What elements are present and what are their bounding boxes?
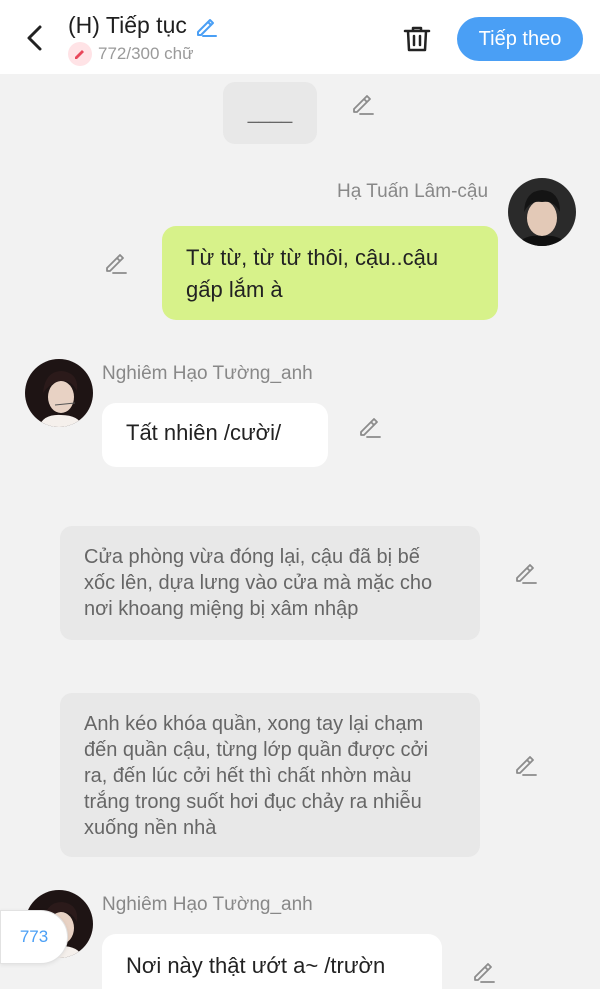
narration-bubble[interactable]: ____ xyxy=(223,82,317,144)
pencil-icon xyxy=(196,18,217,37)
message-text: Nơi này thật ướt a~ /trườn xyxy=(126,953,386,978)
edit-message-button[interactable] xyxy=(470,957,498,985)
speaker-name: Hạ Tuấn Lâm-cậu xyxy=(337,181,489,202)
pencil-icon xyxy=(516,756,537,776)
pencil-icon xyxy=(516,564,537,584)
word-count: 772/300 chữ xyxy=(98,44,194,63)
title-block: (H) Tiếp tục 772/300 chữ xyxy=(68,12,219,66)
edit-message-button[interactable] xyxy=(512,750,540,778)
narration-text: Cửa phòng vừa đóng lại, cậu đã bị bế xốc… xyxy=(84,546,433,620)
top-bar: (H) Tiếp tục 772/300 chữ Tiếp theo xyxy=(0,0,600,74)
pencil-icon xyxy=(75,50,84,59)
pencil-icon xyxy=(353,95,374,115)
message-text: Tất nhiên /cười/ xyxy=(126,420,282,445)
narration-bubble[interactable]: Cửa phòng vừa đóng lại, cậu đã bị bế xốc… xyxy=(60,526,480,640)
chevron-left-icon xyxy=(27,25,42,51)
pencil-icon xyxy=(106,254,127,274)
avatar[interactable] xyxy=(25,359,93,427)
chat-bubble-left[interactable]: Nơi này thật ướt a~ /trườn xyxy=(102,934,442,989)
delete-button[interactable] xyxy=(398,20,436,58)
avatar-image xyxy=(25,359,93,427)
title-edit-button[interactable] xyxy=(193,13,219,39)
narration-text: ____ xyxy=(247,102,293,124)
page-title: (H) Tiếp tục xyxy=(68,12,187,38)
edit-message-button[interactable] xyxy=(349,89,377,117)
speaker-name: Nghiêm Hạo Tường_anh xyxy=(102,894,313,915)
next-button[interactable]: Tiếp theo xyxy=(457,17,583,61)
narration-bubble[interactable]: Anh kéo khóa quần, xong tay lại chạm đến… xyxy=(60,693,480,857)
avatar[interactable] xyxy=(508,178,576,246)
speaker-name: Nghiêm Hạo Tường_anh xyxy=(102,363,313,384)
pencil-icon xyxy=(360,418,381,438)
narration-text: Anh kéo khóa quần, xong tay lại chạm đến… xyxy=(84,713,429,839)
chat-bubble-right[interactable]: Từ từ, từ từ thôi, cậu..cậu gấp lắm à xyxy=(162,226,498,320)
message-text: Từ từ, từ từ thôi, cậu..cậu gấp lắm à xyxy=(186,245,439,302)
pencil-icon xyxy=(474,963,495,983)
word-count-badge xyxy=(68,42,92,66)
edit-message-button[interactable] xyxy=(356,412,384,440)
avatar-image xyxy=(508,178,576,246)
chat-bubble-left[interactable]: Tất nhiên /cười/ xyxy=(102,403,328,467)
trash-icon xyxy=(403,26,431,52)
back-button[interactable] xyxy=(18,20,52,56)
edit-message-button[interactable] xyxy=(102,248,130,276)
floating-message-count[interactable]: 773 xyxy=(0,910,68,964)
edit-message-button[interactable] xyxy=(512,558,540,586)
